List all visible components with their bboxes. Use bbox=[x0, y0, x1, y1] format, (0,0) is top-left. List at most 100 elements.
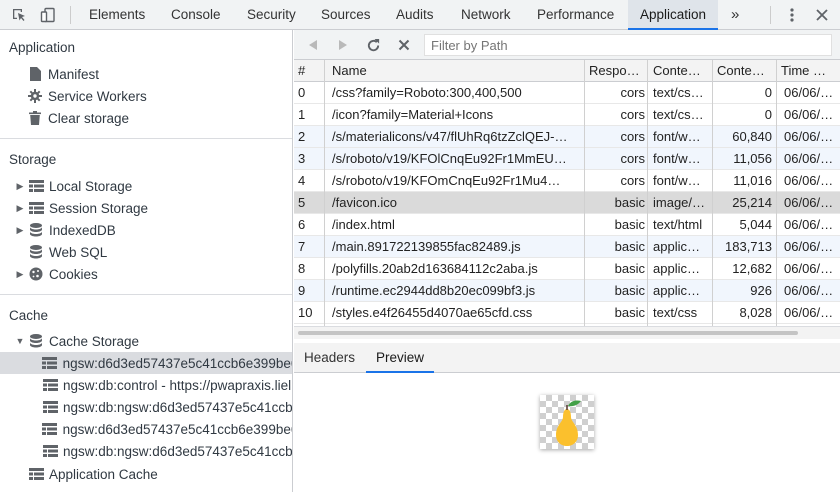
close-icon[interactable] bbox=[812, 5, 832, 25]
sidebar-item-label: IndexedDB bbox=[49, 222, 116, 238]
cell-content-type: image/… bbox=[653, 195, 706, 210]
delete-selected-icon[interactable] bbox=[395, 36, 413, 54]
column-divider[interactable] bbox=[712, 60, 713, 326]
column-header-index[interactable]: # bbox=[298, 60, 322, 82]
column-divider[interactable] bbox=[324, 60, 325, 326]
cell-name: /runtime.ec2944dd8b20ec099bf3.js bbox=[332, 283, 536, 298]
tab-audits[interactable]: Audits bbox=[396, 0, 434, 30]
cell-time-cached: 06/06/… bbox=[784, 283, 834, 298]
cell-time-cached: 06/06/… bbox=[784, 217, 834, 232]
scrollbar-thumb[interactable] bbox=[298, 331, 798, 335]
sidebar-item-manifest[interactable]: Manifest bbox=[0, 63, 292, 85]
table-row[interactable]: 0 /css?family=Roboto:300,400,500 cors te… bbox=[294, 82, 840, 104]
tab-preview[interactable]: Preview bbox=[366, 343, 435, 373]
device-toolbar-icon[interactable] bbox=[38, 5, 58, 25]
tab-sources[interactable]: Sources bbox=[321, 0, 371, 30]
database-icon bbox=[28, 244, 44, 260]
sidebar-item-local-storage[interactable]: ▶ Local Storage bbox=[0, 175, 292, 197]
cell-name: /favicon.ico bbox=[332, 195, 398, 210]
tab-headers[interactable]: Headers bbox=[304, 343, 355, 373]
sidebar-item-label: Application Cache bbox=[49, 466, 158, 482]
column-header-response-type[interactable]: Respo… bbox=[589, 60, 647, 82]
cell-index: 5 bbox=[298, 195, 306, 210]
more-tabs-icon[interactable]: » bbox=[731, 0, 739, 30]
sidebar-item-label: Session Storage bbox=[49, 200, 149, 216]
expand-arrow-icon[interactable]: ▶ bbox=[15, 203, 25, 213]
sidebar-item-label: ngsw:db:ngsw:d6d3ed57437e5c41ccb bbox=[63, 443, 293, 459]
column-divider[interactable] bbox=[776, 60, 777, 326]
back-arrow-icon[interactable] bbox=[304, 36, 322, 54]
table-icon bbox=[28, 466, 44, 482]
kebab-menu-icon[interactable] bbox=[782, 5, 802, 25]
table-icon bbox=[42, 355, 58, 371]
sidebar-item-cookies[interactable]: ▶ Cookies bbox=[0, 263, 292, 285]
column-header-name[interactable]: Name bbox=[332, 60, 582, 82]
column-header-content-length[interactable]: Conte… bbox=[717, 60, 775, 82]
sidebar-item-application-cache[interactable]: Application Cache bbox=[0, 463, 292, 485]
column-header-content-type[interactable]: Conte… bbox=[653, 60, 711, 82]
sidebar-item-indexeddb[interactable]: ▶ IndexedDB bbox=[0, 219, 292, 241]
column-divider[interactable] bbox=[584, 60, 585, 326]
sidebar-item-label: ngsw:db:ngsw:d6d3ed57437e5c41ccb bbox=[63, 399, 293, 415]
table-row[interactable]: 8 /polyfills.20ab2d163684112c2aba.js bas… bbox=[294, 258, 840, 280]
document-icon bbox=[27, 66, 43, 82]
collapse-arrow-icon[interactable]: ▼ bbox=[15, 336, 25, 346]
refresh-icon[interactable] bbox=[364, 36, 382, 54]
cell-index: 4 bbox=[298, 173, 306, 188]
cell-content-length: 8,028 bbox=[739, 305, 772, 320]
expand-arrow-icon[interactable]: ▶ bbox=[15, 181, 25, 191]
horizontal-scrollbar[interactable] bbox=[294, 326, 840, 339]
detail-tabbar: Headers Preview bbox=[294, 343, 840, 373]
filter-by-path-input[interactable] bbox=[424, 34, 832, 56]
cell-content-type: text/html bbox=[653, 217, 703, 232]
sidebar-item-clear-storage[interactable]: Clear storage bbox=[0, 107, 292, 129]
cell-name: /main.891722139855fac82489.js bbox=[332, 239, 521, 254]
cell-content-length: 5,044 bbox=[739, 217, 772, 232]
expand-arrow-icon[interactable]: ▶ bbox=[15, 269, 25, 279]
tab-console[interactable]: Console bbox=[171, 0, 221, 30]
cell-response-type: basic bbox=[614, 195, 645, 210]
sidebar-cache-entry[interactable]: ngsw:db:control - https://pwapraxis.liel bbox=[0, 374, 292, 396]
tab-elements[interactable]: Elements bbox=[89, 0, 145, 30]
sidebar-item-label: ngsw:d6d3ed57437e5c41ccb6e399be6 bbox=[62, 421, 293, 437]
sidebar-item-label: Web SQL bbox=[49, 244, 108, 260]
table-row[interactable]: 10 /styles.e4f26455d4070ae65cfd.css basi… bbox=[294, 302, 840, 324]
cell-time-cached: 06/06/… bbox=[784, 151, 834, 166]
cell-content-type: applic… bbox=[653, 261, 700, 276]
sidebar-item-web-sql[interactable]: Web SQL bbox=[0, 241, 292, 263]
table-row[interactable]: 3 /s/roboto/v19/KFOlCnqEu92Fr1MmEU… cors… bbox=[294, 148, 840, 170]
table-row-selected[interactable]: 5 /favicon.ico basic image/… 25,214 06/0… bbox=[294, 192, 840, 214]
expand-arrow-icon[interactable]: ▶ bbox=[15, 225, 25, 235]
column-divider[interactable] bbox=[647, 60, 648, 326]
table-icon bbox=[42, 421, 58, 437]
table-row[interactable]: 9 /runtime.ec2944dd8b20ec099bf3.js basic… bbox=[294, 280, 840, 302]
cell-index: 7 bbox=[298, 239, 306, 254]
table-row[interactable]: 6 /index.html basic text/html 5,044 06/0… bbox=[294, 214, 840, 236]
sidebar-cache-entry[interactable]: ngsw:d6d3ed57437e5c41ccb6e399be6 bbox=[0, 352, 292, 374]
cell-content-length: 183,713 bbox=[725, 239, 772, 254]
inspect-element-icon[interactable] bbox=[9, 5, 29, 25]
sidebar-cache-entry[interactable]: ngsw:d6d3ed57437e5c41ccb6e399be6 bbox=[0, 418, 293, 440]
forward-arrow-icon[interactable] bbox=[334, 36, 352, 54]
cell-time-cached: 06/06/… bbox=[784, 173, 834, 188]
gear-icon bbox=[27, 88, 43, 104]
cell-name: /s/roboto/v19/KFOmCnqEu92Fr1Mu4… bbox=[332, 173, 561, 188]
cell-index: 8 bbox=[298, 261, 306, 276]
sidebar-cache-entry[interactable]: ngsw:db:ngsw:d6d3ed57437e5c41ccb bbox=[0, 396, 293, 418]
cell-response-type: basic bbox=[614, 239, 645, 254]
table-row[interactable]: 7 /main.891722139855fac82489.js basic ap… bbox=[294, 236, 840, 258]
table-row[interactable]: 4 /s/roboto/v19/KFOmCnqEu92Fr1Mu4… cors … bbox=[294, 170, 840, 192]
column-header-time-cached[interactable]: Time … bbox=[781, 60, 837, 82]
table-row[interactable]: 1 /icon?family=Material+Icons cors text/… bbox=[294, 104, 840, 126]
sidebar-cache-entry[interactable]: ngsw:db:ngsw:d6d3ed57437e5c41ccb bbox=[0, 440, 293, 462]
sidebar-item-service-workers[interactable]: Service Workers bbox=[0, 85, 292, 107]
cell-response-type: basic bbox=[614, 217, 645, 232]
tab-security[interactable]: Security bbox=[247, 0, 296, 30]
sidebar-item-cache-storage[interactable]: ▼ Cache Storage bbox=[0, 330, 292, 352]
sidebar-item-label: Clear storage bbox=[48, 110, 130, 126]
tab-application[interactable]: Application bbox=[628, 0, 719, 30]
tab-performance[interactable]: Performance bbox=[537, 0, 614, 30]
table-row[interactable]: 2 /s/materialicons/v47/flUhRq6tzZclQEJ-…… bbox=[294, 126, 840, 148]
tab-network[interactable]: Network bbox=[461, 0, 511, 30]
sidebar-item-session-storage[interactable]: ▶ Session Storage bbox=[0, 197, 292, 219]
